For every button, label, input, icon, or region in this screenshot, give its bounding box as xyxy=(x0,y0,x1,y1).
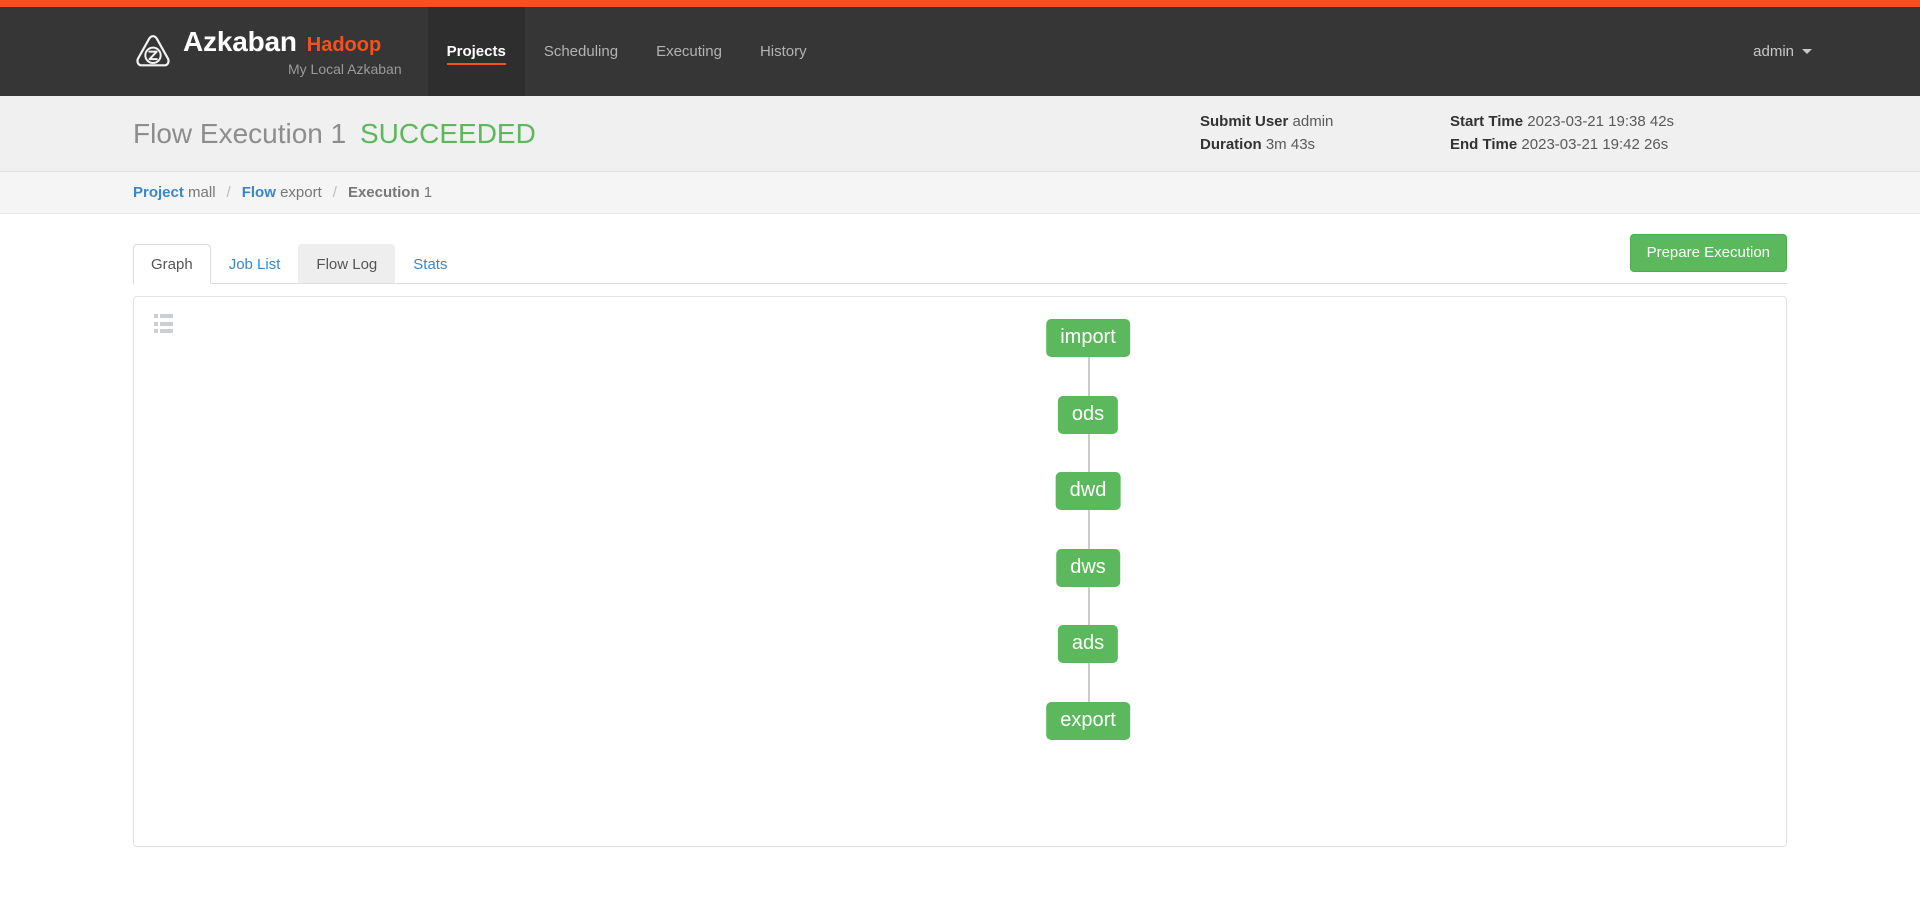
top-accent-bar xyxy=(0,0,1920,7)
flow-node-ads-label: ads xyxy=(1071,632,1105,654)
end-time-value: 2023-03-21 19:42 26s xyxy=(1521,136,1669,154)
duration-label: Duration xyxy=(1200,136,1262,154)
end-time-row: End Time 2023-03-21 19:42 26s xyxy=(1450,133,1674,156)
flow-node-import[interactable]: import xyxy=(1046,319,1130,357)
execution-summary: Submit User admin Duration 3m 43s Start … xyxy=(1200,110,1674,157)
tab-flow-log[interactable]: Flow Log xyxy=(298,243,396,284)
azkaban-logo-icon xyxy=(133,32,173,72)
nav-item-executing[interactable]: Executing xyxy=(637,7,741,96)
tab-stats[interactable]: Stats xyxy=(395,244,465,285)
breadcrumb-item-execution-label: Execution xyxy=(347,184,420,201)
nav-item-history[interactable]: History xyxy=(741,7,826,96)
tab-job-list[interactable]: Job List xyxy=(211,244,299,285)
nav-active-underline xyxy=(446,63,506,65)
start-time-value: 2023-03-21 19:38 42s xyxy=(1527,113,1675,130)
duration-row: Duration 3m 43s xyxy=(1200,133,1450,156)
submit-user-row: Submit User admin xyxy=(1200,110,1450,133)
page-title: Flow Execution 1 SUCCEEDED xyxy=(133,118,536,150)
tab-flow-log-label: Flow Log xyxy=(316,255,378,273)
flow-node-import-label: import xyxy=(1060,326,1116,348)
submit-user-value: admin xyxy=(1292,113,1334,130)
user-menu[interactable]: admin xyxy=(1753,7,1920,96)
flow-node-export[interactable]: export xyxy=(1046,702,1130,740)
flow-node-dws[interactable]: dws xyxy=(1056,549,1120,587)
breadcrumb-separator: / xyxy=(332,184,337,201)
flow-node-export-label: export xyxy=(1060,709,1116,731)
nav-item-projects-label: Projects xyxy=(446,43,506,60)
execution-summary-left: Submit User admin Duration 3m 43s xyxy=(1200,110,1450,157)
brand-tagline: My Local Azkaban xyxy=(288,60,402,77)
brand-name: Azkaban xyxy=(183,25,297,57)
end-time-label: End Time xyxy=(1450,136,1518,154)
duration-value: 3m 43s xyxy=(1265,136,1316,154)
main-navbar: Azkaban Hadoop My Local Azkaban Projects… xyxy=(0,7,1920,96)
breadcrumb: Project mall / Flow export / Execution 1 xyxy=(0,172,1920,214)
tab-bar: Graph Job List Flow Log Stats xyxy=(133,214,1787,284)
flow-node-dwd[interactable]: dwd xyxy=(1055,472,1121,510)
start-time-label: Start Time xyxy=(1450,113,1524,130)
brand-suffix: Hadoop xyxy=(306,33,382,56)
breadcrumb-item-execution-value: 1 xyxy=(423,184,433,201)
execution-summary-right: Start Time 2023-03-21 19:38 42s End Time… xyxy=(1450,110,1674,157)
flow-node-dwd-label: dwd xyxy=(1069,479,1107,501)
tab-stats-label: Stats xyxy=(413,255,448,273)
submit-user-label: Submit User xyxy=(1200,113,1289,130)
navbar-links: Projects Scheduling Executing History xyxy=(427,7,826,96)
flow-graph-panel: import ods dwd dws ads export xyxy=(133,296,1787,847)
nav-item-scheduling[interactable]: Scheduling xyxy=(525,7,637,96)
breadcrumb-item-project[interactable]: Project mall xyxy=(133,184,216,201)
nav-item-scheduling-label: Scheduling xyxy=(543,43,619,60)
start-time-row: Start Time 2023-03-21 19:38 42s xyxy=(1450,110,1674,133)
breadcrumb-item-flow-value: export xyxy=(280,184,322,201)
breadcrumb-item-project-value: mall xyxy=(188,184,216,201)
tab-graph[interactable]: Graph xyxy=(133,243,211,284)
flow-graph: import ods dwd dws ads export xyxy=(134,297,1786,846)
nav-item-projects[interactable]: Projects xyxy=(427,7,525,96)
flow-node-dws-label: dws xyxy=(1070,556,1106,578)
prepare-execution-button[interactable]: Prepare Execution xyxy=(1629,233,1787,272)
breadcrumb-item-flow-label: Flow xyxy=(241,184,276,201)
tab-job-list-label: Job List xyxy=(228,255,281,273)
flow-node-ods[interactable]: ods xyxy=(1057,396,1119,434)
tabs-row: Graph Job List Flow Log Stats Prepare Ex… xyxy=(133,214,1787,284)
page-header: Flow Execution 1 SUCCEEDED Submit User a… xyxy=(0,96,1920,172)
nav-item-executing-label: Executing xyxy=(656,43,722,60)
status-badge: SUCCEEDED xyxy=(360,117,536,149)
user-menu-label: admin xyxy=(1753,43,1794,60)
flow-node-ads[interactable]: ads xyxy=(1057,625,1119,663)
breadcrumb-item-execution: Execution 1 xyxy=(348,184,432,201)
main-content: Graph Job List Flow Log Stats Prepare Ex… xyxy=(0,214,1920,847)
brand[interactable]: Azkaban Hadoop My Local Azkaban xyxy=(0,7,422,96)
breadcrumb-separator: / xyxy=(226,184,231,201)
chevron-down-icon xyxy=(1802,49,1812,54)
tab-graph-label: Graph xyxy=(151,255,193,273)
nav-item-history-label: History xyxy=(759,43,807,60)
breadcrumb-item-flow[interactable]: Flow export xyxy=(242,184,322,201)
breadcrumb-item-project-label: Project xyxy=(133,184,184,201)
flow-node-ods-label: ods xyxy=(1071,403,1105,425)
page-title-text: Flow Execution 1 xyxy=(133,117,347,149)
